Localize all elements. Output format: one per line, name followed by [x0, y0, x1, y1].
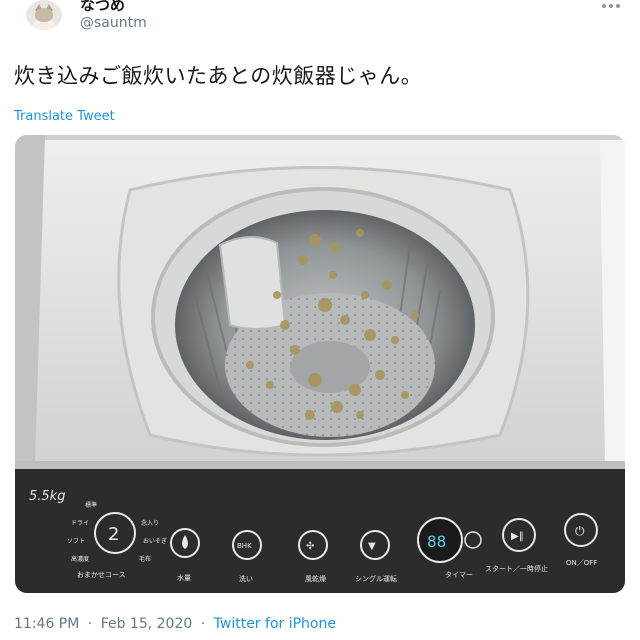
separator: ·	[87, 616, 93, 632]
tweet-photo[interactable]: 5.5kg 2 おまかせコース 水量 BHK 洗い ✣ 風乾燥 ▼ シングル運転…	[15, 135, 625, 593]
fan-icon: ✣	[306, 541, 314, 552]
tweet-timestamp: 11:46 PM · Feb 15, 2020 · Twitter for iP…	[14, 616, 336, 632]
water-label: 水量	[177, 573, 191, 582]
course-digit: 2	[108, 524, 119, 545]
wash-label: 洗い	[239, 574, 253, 583]
display-digits: 88	[427, 532, 446, 551]
power-label: ON／OFF	[566, 559, 597, 567]
tweet-text: 炊き込みご飯炊いたあとの炊飯器じゃん。	[14, 64, 423, 88]
power-icon: ⏻	[575, 524, 585, 538]
user-handle[interactable]: @sauntm	[80, 15, 147, 31]
washing-machine-photo: 5.5kg 2 おまかせコース 水量 BHK 洗い ✣ 風乾燥 ▼ シングル運転…	[15, 135, 625, 593]
capacity-label: 5.5kg	[29, 489, 65, 504]
timer-label: タイマー	[445, 570, 473, 579]
play-pause-icon: ▶‖	[511, 531, 524, 542]
fan-label: 風乾燥	[305, 574, 326, 583]
tweet-client-link[interactable]: Twitter for iPhone	[214, 616, 336, 632]
more-options-icon[interactable]	[596, 0, 626, 14]
separator: ·	[200, 616, 206, 632]
shirt-icon: ▼	[368, 541, 376, 552]
cat-avatar-head	[35, 8, 53, 22]
tweet-date[interactable]: Feb 15, 2020	[101, 616, 193, 632]
display-name[interactable]: なつめ	[80, 0, 125, 15]
course-option: 標準	[85, 501, 97, 509]
bhk-label: BHK	[237, 542, 252, 550]
start-label: スタート／一時停止	[485, 564, 548, 573]
user-avatar[interactable]	[26, 0, 62, 30]
course-option: 毛布	[139, 555, 151, 563]
course-option: 高濃度	[71, 555, 89, 563]
course-option: 念入り	[141, 519, 159, 527]
translate-tweet-link[interactable]: Translate Tweet	[14, 109, 115, 124]
course-option: ドライ	[71, 520, 89, 527]
course-option: おいそぎ	[143, 537, 167, 545]
course-label: おまかせコース	[77, 571, 126, 579]
single-label: シングル運転	[355, 574, 397, 583]
course-option: ソフト	[67, 538, 85, 545]
lint-filter	[218, 236, 287, 330]
tweet-header: なつめ @sauntm	[0, 0, 640, 48]
tweet-time[interactable]: 11:46 PM	[14, 616, 79, 632]
